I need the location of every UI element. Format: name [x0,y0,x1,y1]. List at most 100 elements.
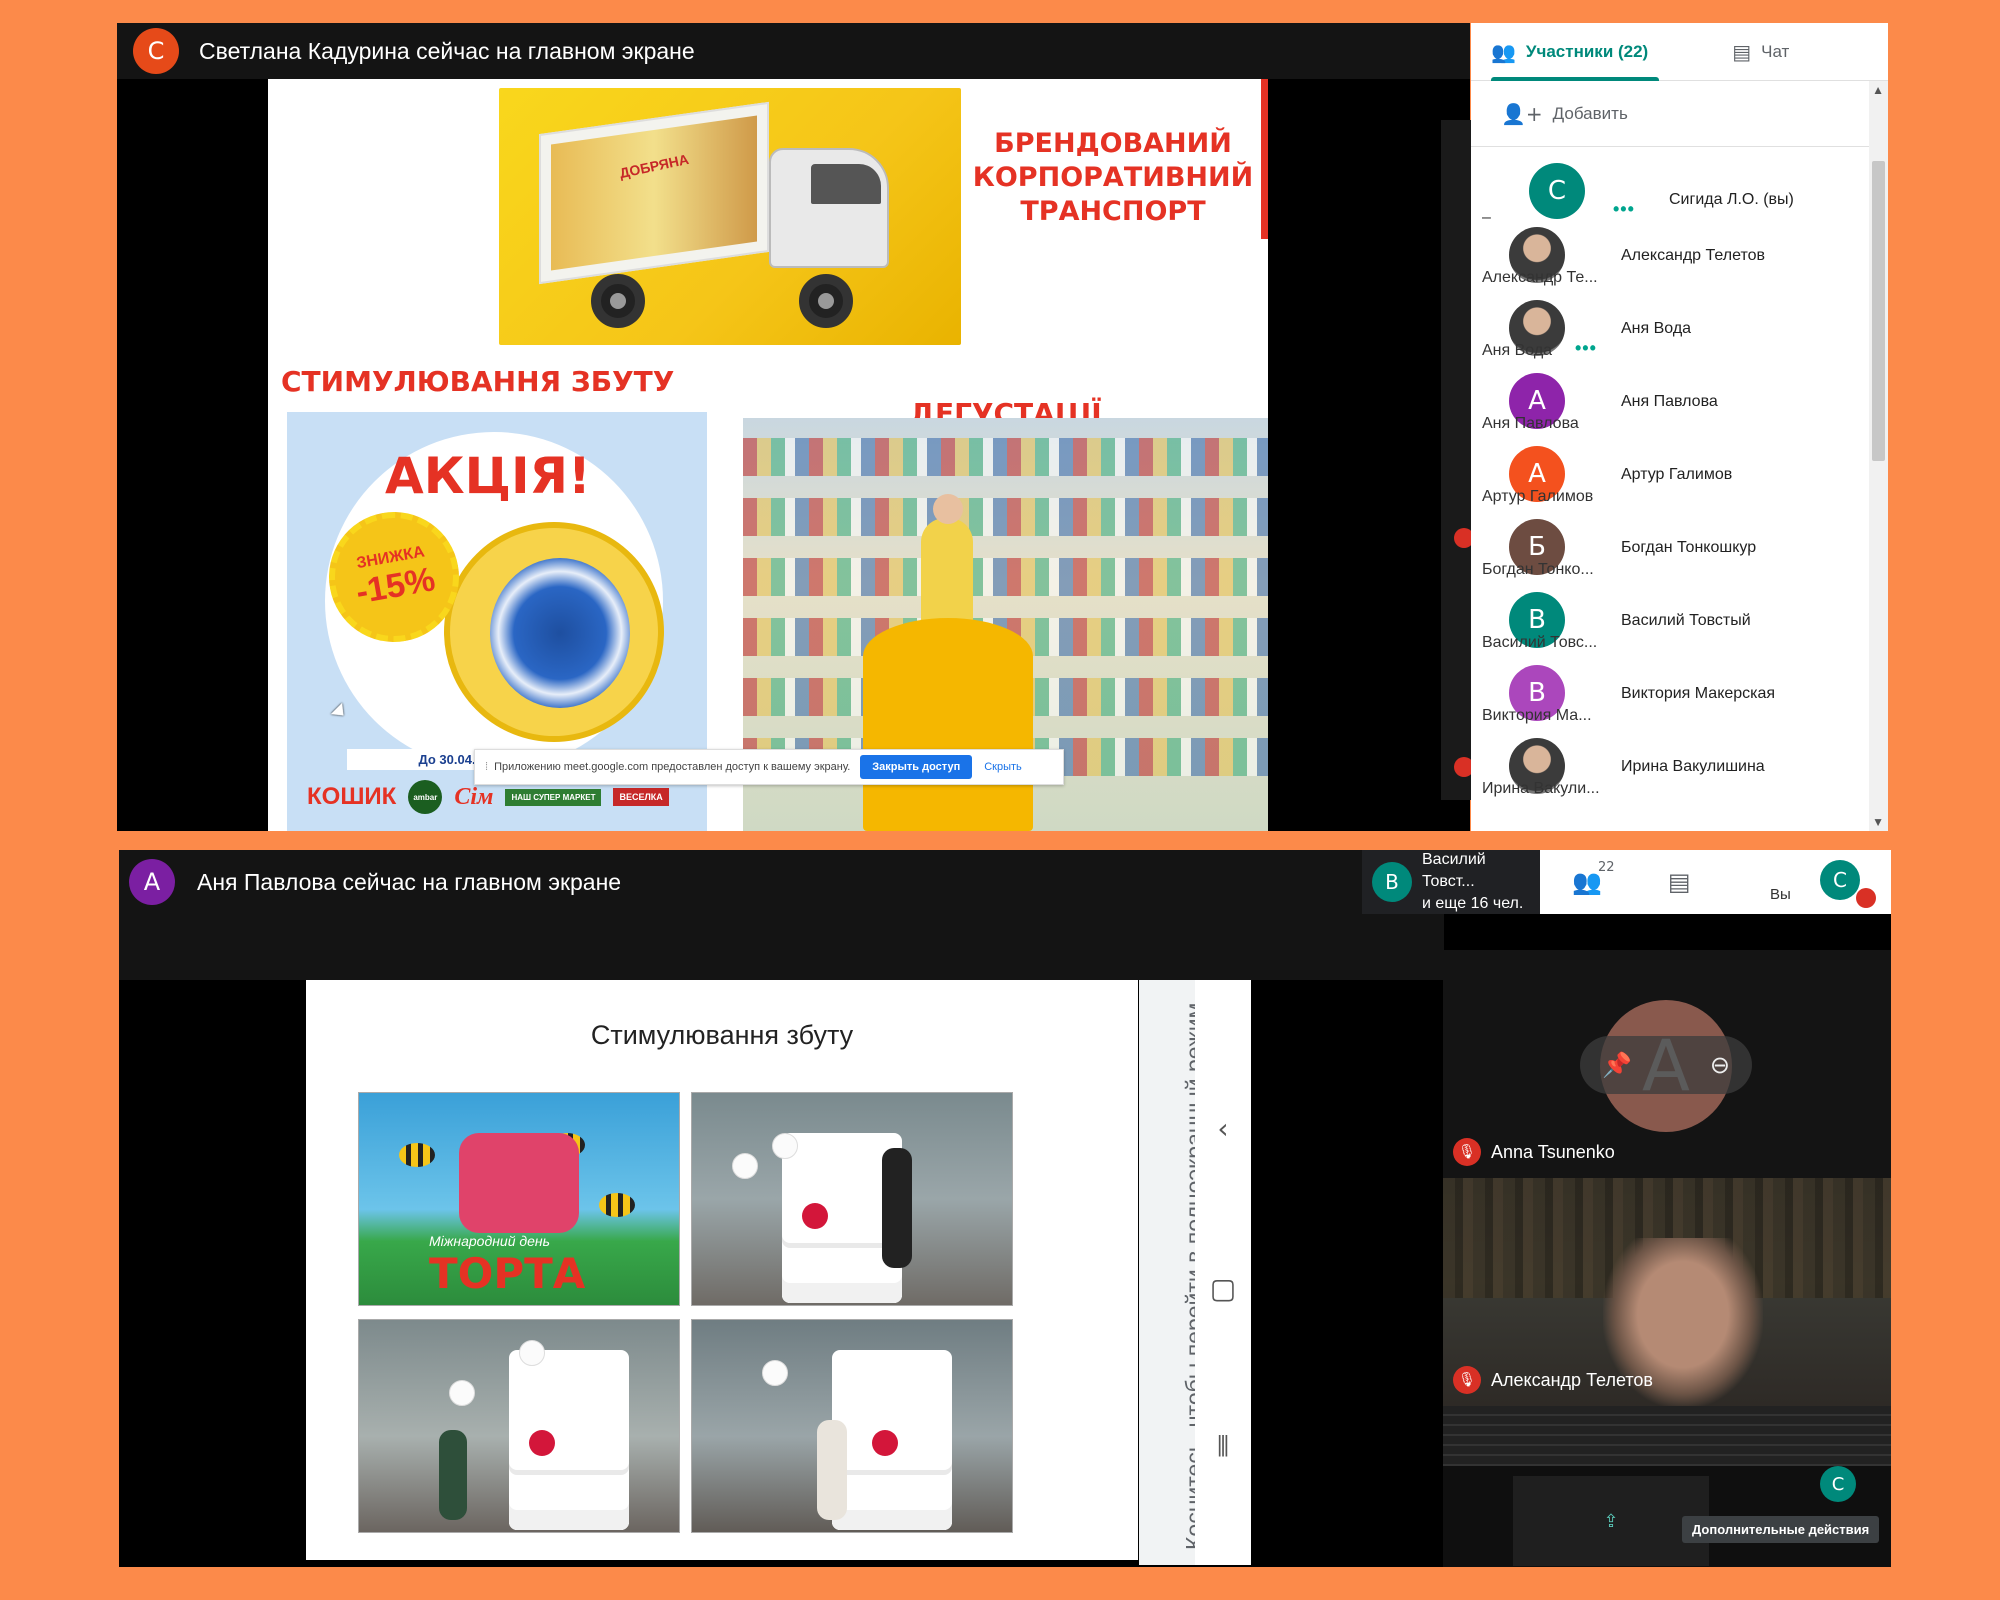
self-avatar-chip[interactable]: С Вы [1770,860,1876,908]
more-actions-tooltip: Дополнительные действия [1682,1516,1880,1543]
presenter-banner: С Светлана Кадурина сейчас на главном эк… [117,23,1470,79]
participant-tile-label: Аня Павлова [1482,415,1579,432]
participant-tile-anna[interactable]: A 📌 ⊖ 🎙 Anna Tsunenko [1443,950,1891,1178]
truck-wheel [799,274,853,328]
add-person-icon: 👤+ [1501,101,1543,126]
mouse-cursor-icon [330,702,350,722]
participant-row[interactable]: В Виктория Ма... Виктория Макерская [1471,659,1869,732]
participant-row[interactable]: А Артур Галимов Артур Галимов [1471,440,1869,513]
back-nav-icon[interactable]: ‹ [1195,1112,1251,1145]
participant-tile-label: Ирина Вакули... [1482,780,1600,797]
participant-name: Ирина Вакулишина [1621,758,1765,775]
tile-name: Александр Телетов [1491,1369,1653,1390]
tab-participants-label: Участники (22) [1525,41,1649,61]
cake-sign-line1: Міжнародний день [429,1233,550,1249]
slide-red-accent [1261,79,1268,239]
recents-nav-icon[interactable]: ⦀ [1195,1430,1251,1464]
shared-screen-tile[interactable]: ⇪ С Дополнительные действия [1443,1406,1891,1567]
truck-cargo-box [539,101,769,285]
scroll-down-icon[interactable]: ▼ [1872,815,1884,829]
store-logo-koshik: КОШИК [307,783,397,810]
participant-name: Василий Товстый [1621,612,1751,629]
speaker-avatar: В [1372,862,1412,902]
heading-sales-promotion: СТИМУЛЮВАННЯ ЗБУТУ [281,365,675,398]
promoter-figure [921,494,973,628]
mic-off-icon: 🎙 [1453,1138,1481,1166]
tile-name-label: 🎙 Александр Телетов [1453,1366,1653,1394]
participant-name: Аня Вода [1621,320,1692,337]
participant-tile-label: Богдан Тонко... [1482,561,1594,578]
present-screen-icon[interactable]: ⇪ [1513,1476,1709,1566]
self-label: Вы [1770,886,1791,903]
add-participant-button[interactable]: 👤+ Добавить [1471,81,1869,147]
participant-row[interactable]: Б Богдан Тонко... Богдан Тонкошкур [1471,513,1869,586]
slide-title: Стимулювання збуту [590,1020,854,1050]
home-nav-icon[interactable]: ▢ [1195,1272,1251,1305]
active-tab-indicator [1491,77,1659,81]
brand-title-line: БРЕНДОВАНИЙ [994,128,1232,159]
self-avatar: С [1820,1466,1856,1502]
active-speakers-chip[interactable]: В Василий Товст... и еще 16 чел. [1362,850,1540,914]
store-logos: КОШИК ambar Сім НАШ СУПЕР МАРКЕТ ВЕСЕЛКА [307,780,669,814]
participant-row[interactable]: Аня Вода Аня Вода ••• [1471,294,1869,367]
participant-row[interactable]: Александр Те... Александр Телетов [1471,221,1869,294]
participant-tile-label: Василий Товс... [1482,634,1598,651]
participant-tile-aleksandr[interactable]: 🎙 Александр Телетов [1443,1178,1891,1406]
speaker-text: Василий Товст... и еще 16 чел. [1422,850,1540,915]
brand-transport-title: БРЕНДОВАНИЙ КОРПОРАТИВНИЙ ТРАНСПОРТ [968,127,1258,229]
scroll-up-icon[interactable]: ▲ [1872,83,1884,97]
participant-scrollbar[interactable]: ▲ ▼ [1869,81,1888,831]
store-logo-sim: Сім [454,783,494,810]
presenter-avatar: А [129,859,175,905]
mic-off-icon: 🎙 [1453,1366,1481,1394]
presentation-slide: Стимулювання збуту Міжнародний день ТОРТ… [306,980,1138,1560]
presenter-banner-text: Аня Павлова сейчас на главном экране [197,868,622,895]
presentation-slide: ДОБРЯНА БРЕНДОВАНИЙ КОРПОРАТИВНИЙ ТРАНСП… [268,79,1268,831]
participant-row[interactable]: Ирина Вакули... Ирина Вакулишина [1471,732,1869,805]
mic-off-icon [1856,888,1876,908]
store-logo-nash: НАШ СУПЕР МАРКЕТ [505,788,602,806]
tab-participants[interactable]: 👥 Участники (22) [1491,40,1648,64]
participant-tile-label: Виктория Ма... [1482,707,1592,724]
people-count: 22 [1598,860,1615,875]
drag-handle-icon[interactable]: ⁞ [485,761,488,773]
scrollbar-thumb[interactable] [1872,161,1885,461]
hud-toolbar: 👥 22 ▤ С Вы [1540,850,1891,914]
tab-chat[interactable]: ▤ Чат [1732,40,1789,64]
fullscreen-hint-strip[interactable]: Коснитесь, чтобы перейти в полноэкранный… [1139,980,1195,1565]
giant-cake-photo-3 [691,1319,1013,1533]
tile-controls: 📌 ⊖ [1580,1036,1752,1094]
cake-day-banner-photo: Міжнародний день ТОРТА [358,1092,680,1306]
chat-icon: ▤ [1732,39,1752,64]
branded-truck-image: ДОБРЯНА [499,88,961,345]
chat-icon[interactable]: ▤ [1668,868,1691,896]
store-logo-veselka: ВЕСЕЛКА [613,788,669,806]
presenter-avatar: С [133,28,179,74]
tab-chat-label: Чат [1761,41,1790,61]
people-icon: 👥 [1491,39,1516,64]
add-participant-label: Добавить [1552,103,1628,123]
remove-icon[interactable]: ⊖ [1710,1051,1730,1079]
top-video-panel: С Светлана Кадурина сейчас на главном эк… [117,23,1470,831]
participant-row[interactable]: В Василий Товс... Василий Товстый [1471,586,1869,659]
presenter-banner-text: Светлана Кадурина сейчас на главном экра… [199,37,695,64]
tasting-kiosk [863,618,1033,831]
presenter-banner: А Аня Павлова сейчас на главном экране [119,850,1444,980]
brand-title-line: ТРАНСПОРТ [1020,196,1206,227]
truck-cab [769,148,889,268]
participant-name: Артур Галимов [1621,466,1733,483]
self-avatar: С [1820,860,1860,900]
truck-wheel [591,274,645,328]
store-logo-ambar: ambar [408,780,443,814]
participant-row[interactable]: А Аня Павлова Аня Павлова [1471,367,1869,440]
tile-name: Anna Tsunenko [1491,1141,1615,1162]
participant-name: Виктория Макерская [1621,685,1776,702]
panel-tabs: 👥 Участники (22) ▤ Чат [1471,23,1888,81]
giant-cake-photo-1 [691,1092,1013,1306]
pin-icon[interactable]: 📌 [1602,1051,1632,1079]
hide-notification-button[interactable]: Скрыть [984,761,1022,773]
participant-name: Аня Павлова [1621,393,1718,410]
stop-sharing-button[interactable]: Закрыть доступ [860,755,973,779]
participants-panel: 👥 Участники (22) ▤ Чат 👤+ Добавить С – Сиг… [1471,23,1888,831]
people-icon[interactable]: 👥 22 [1572,860,1615,896]
